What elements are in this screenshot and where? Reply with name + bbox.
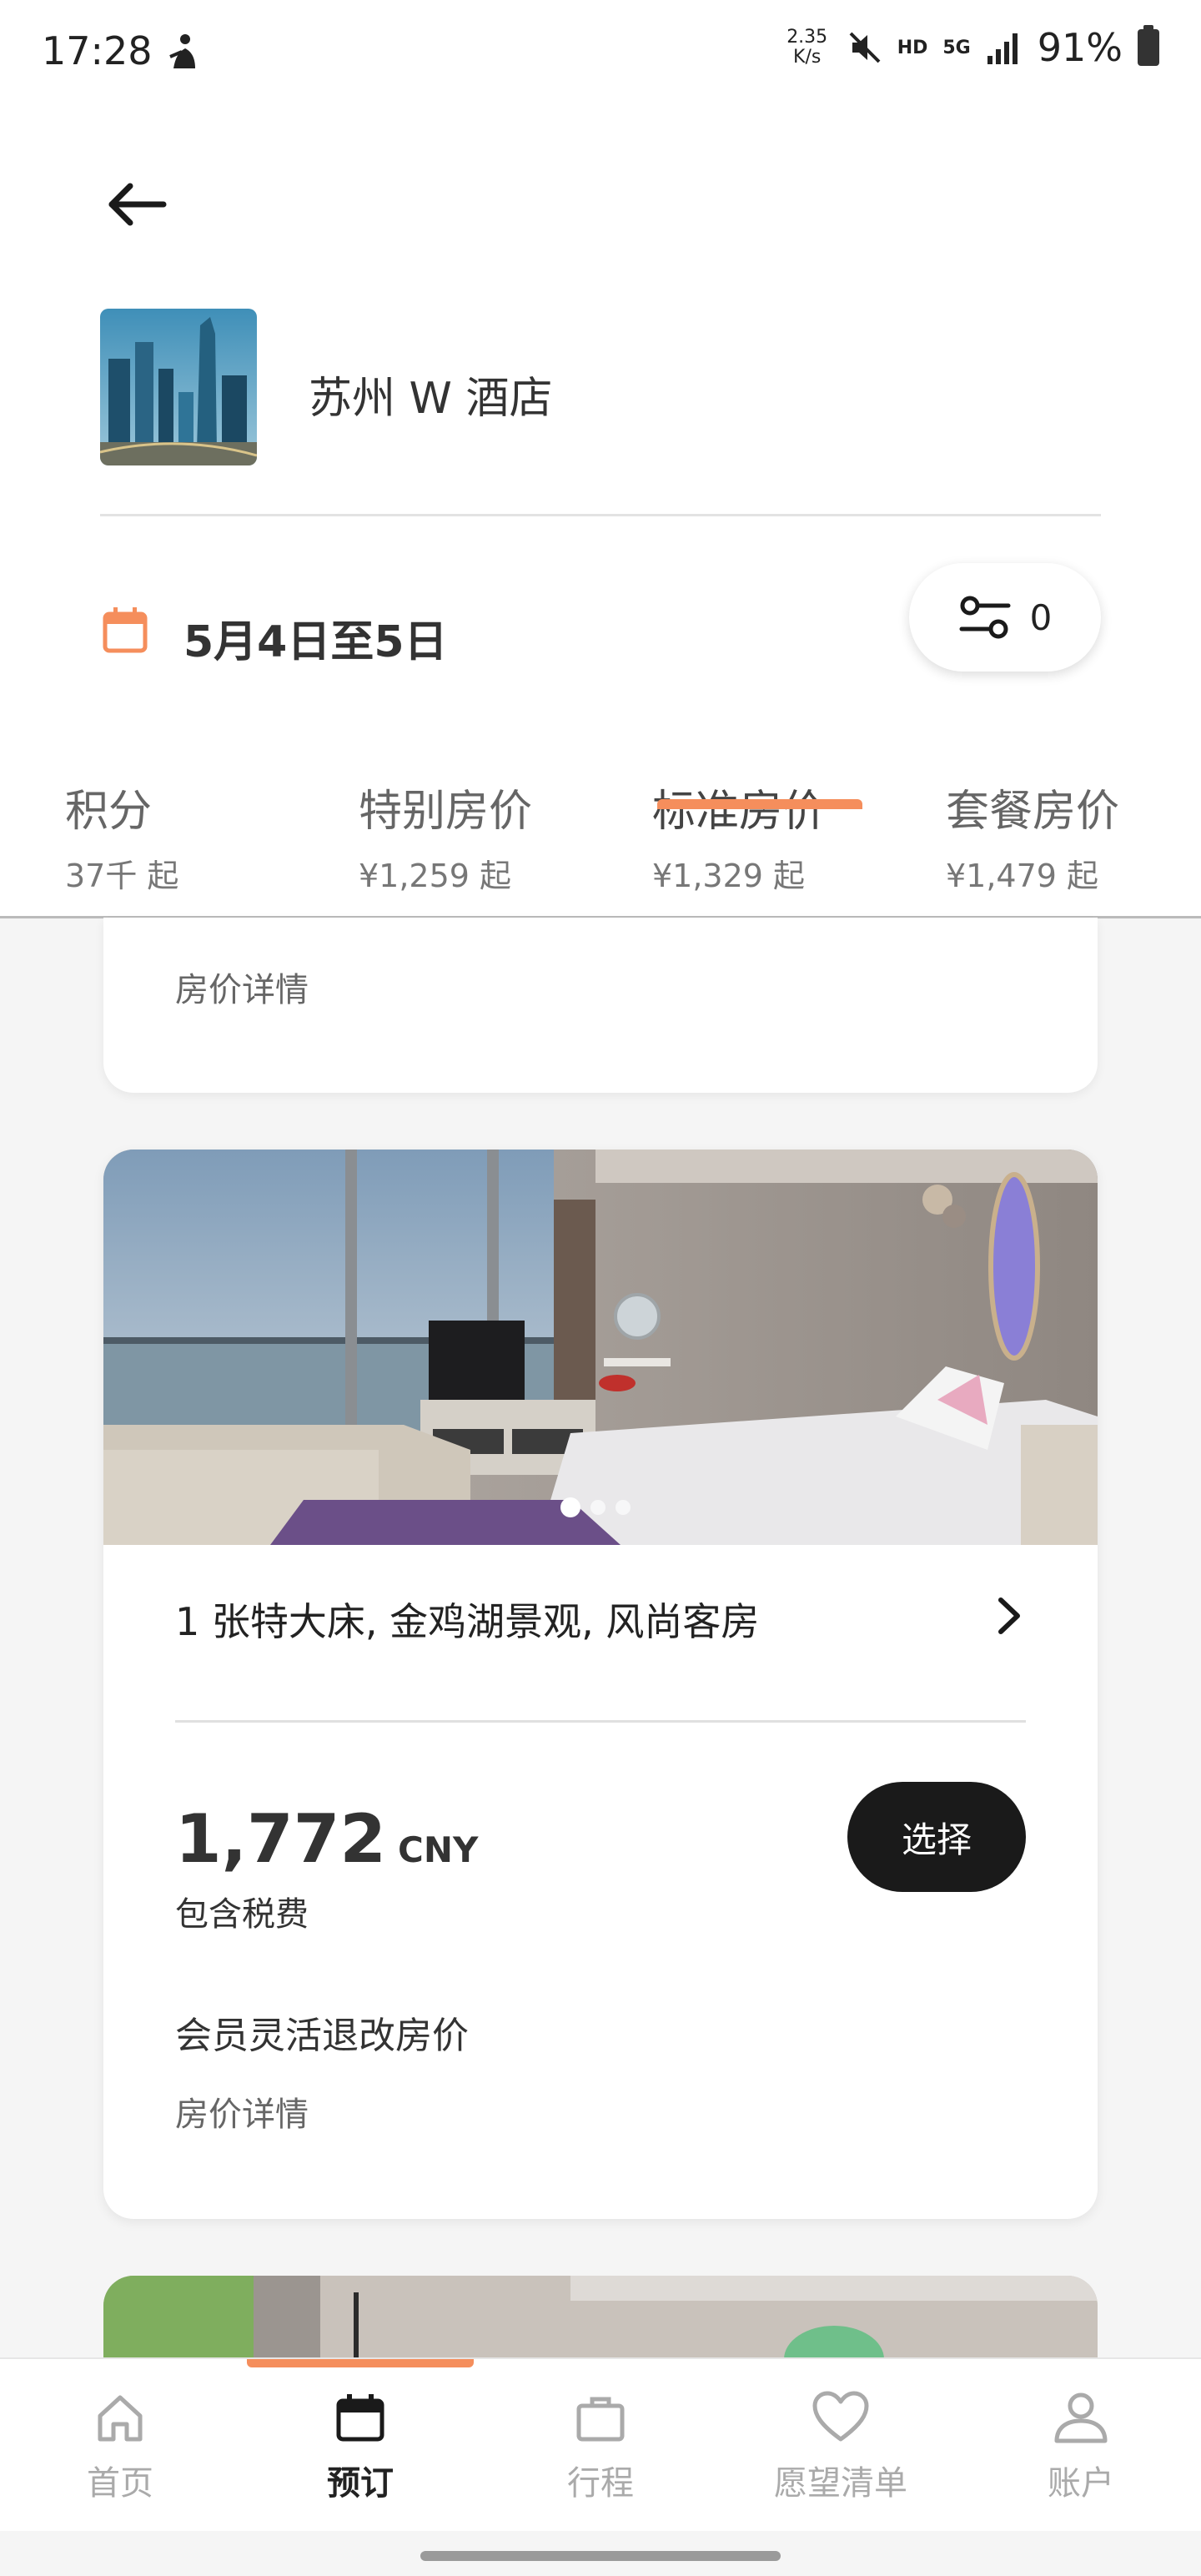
back-arrow-icon[interactable] (100, 175, 175, 234)
hd-label: HD (897, 37, 928, 58)
tab-standard-rate[interactable]: 标准房价 ¥1,329 起 (652, 776, 826, 918)
status-time: 17:28 (42, 28, 153, 73)
nav-label: 愿望清单 (774, 2464, 907, 2503)
tab-price: ¥1,259 起 (359, 858, 512, 894)
tax-note: 包含税费 (175, 1895, 309, 1934)
status-icons: 2.35 K/s HD 5G 91% (782, 25, 1159, 70)
nav-label: 账户 (1048, 2464, 1114, 2503)
room-photo (103, 2276, 1098, 2359)
carousel-dot (590, 1500, 606, 1515)
nav-wishlist[interactable]: 愿望清单 (757, 2391, 924, 2504)
mute-icon (849, 32, 881, 63)
nav-trips[interactable]: 行程 (517, 2391, 684, 2504)
nav-booking[interactable]: 预订 (277, 2391, 444, 2504)
nav-label: 首页 (87, 2464, 153, 2503)
briefcase-icon (576, 2397, 625, 2442)
divider (175, 1720, 1026, 1723)
select-button[interactable]: 选择 (847, 1782, 1026, 1892)
calendar-icon (103, 607, 148, 653)
signal-icon (987, 33, 1018, 64)
carousel-dot (560, 1497, 580, 1517)
rate-tabs: 积分 37千 起 特别房价 ¥1,259 起 标准房价 ¥1,329 起 套餐房… (0, 776, 1201, 918)
filter-count: 0 (1029, 596, 1053, 638)
nav-account[interactable]: 账户 (997, 2391, 1164, 2504)
room-card: 1 张特大床, 金鸡湖景观, 风尚客房 1,772 CNY 包含税费 选择 会员灵… (103, 1150, 1098, 2219)
price-value: 1,772 (175, 1800, 387, 1878)
hotel-thumbnail (100, 309, 257, 465)
nav-label: 行程 (567, 2464, 634, 2503)
room-title: 1 张特大床, 金鸡湖景观, 风尚客房 (175, 1599, 760, 1644)
filter-sliders-icon (959, 596, 1011, 639)
rate-name: 会员灵活退改房价 (175, 2015, 469, 2057)
price-currency: CNY (398, 1829, 479, 1870)
tab-price: ¥1,479 起 (946, 858, 1099, 894)
battery-icon (1138, 25, 1159, 66)
net-speed: 2.35 K/s (786, 27, 828, 68)
chevron-right-icon (998, 1597, 1020, 1634)
room-title-row[interactable]: 1 张特大床, 金鸡湖景观, 风尚客房 (175, 1545, 1026, 1687)
room-card-partial: 房价详情 (103, 918, 1098, 1093)
accessibility-icon (169, 34, 195, 68)
tab-points[interactable]: 积分 37千 起 (65, 776, 178, 918)
tab-special-rate[interactable]: 特别房价 ¥1,259 起 (359, 776, 532, 918)
room-price: 1,772 CNY (175, 1800, 478, 1878)
header: 苏州 W 酒店 5月4日至5日 0 积分 37千 起 特别房价 ¥1,259 起… (0, 108, 1201, 918)
room-photo[interactable] (103, 1150, 1098, 1545)
tab-package-rate[interactable]: 套餐房价 ¥1,479 起 (946, 776, 1119, 918)
stay-dates[interactable]: 5月4日至5日 (183, 606, 448, 669)
active-tab-indicator (657, 799, 862, 809)
nav-label: 预订 (327, 2464, 394, 2503)
calendar-icon (336, 2394, 384, 2442)
room-card-next[interactable] (103, 2276, 1098, 2359)
tab-title: 积分 (65, 787, 153, 837)
bottom-navigation: 首页 预订 行程 愿望清单 账户 (0, 2357, 1201, 2531)
filter-button[interactable]: 0 (909, 563, 1101, 672)
tab-title: 套餐房价 (946, 787, 1120, 837)
heart-icon (812, 2391, 869, 2442)
rate-details-link[interactable]: 房价详情 (175, 2087, 309, 2136)
person-icon (1054, 2392, 1108, 2443)
nav-home[interactable]: 首页 (37, 2391, 204, 2504)
hotel-name: 苏州 W 酒店 (309, 374, 553, 424)
home-gesture-bar[interactable] (420, 2551, 781, 2561)
carousel-dot (616, 1500, 631, 1515)
battery-percent: 91% (1037, 25, 1123, 70)
network-label: 5G (942, 37, 971, 58)
gesture-area (0, 2531, 1201, 2576)
status-bar: 17:28 2.35 K/s HD 5G 91% (0, 0, 1201, 108)
tab-title: 特别房价 (359, 787, 533, 837)
tab-price: 37千 起 (65, 858, 179, 894)
tab-price: ¥1,329 起 (652, 858, 806, 894)
rate-details-link[interactable]: 房价详情 (175, 963, 309, 1011)
home-icon (98, 2395, 143, 2442)
active-nav-indicator (247, 2359, 474, 2367)
photo-carousel-dots (560, 1497, 631, 1517)
divider (100, 514, 1101, 516)
